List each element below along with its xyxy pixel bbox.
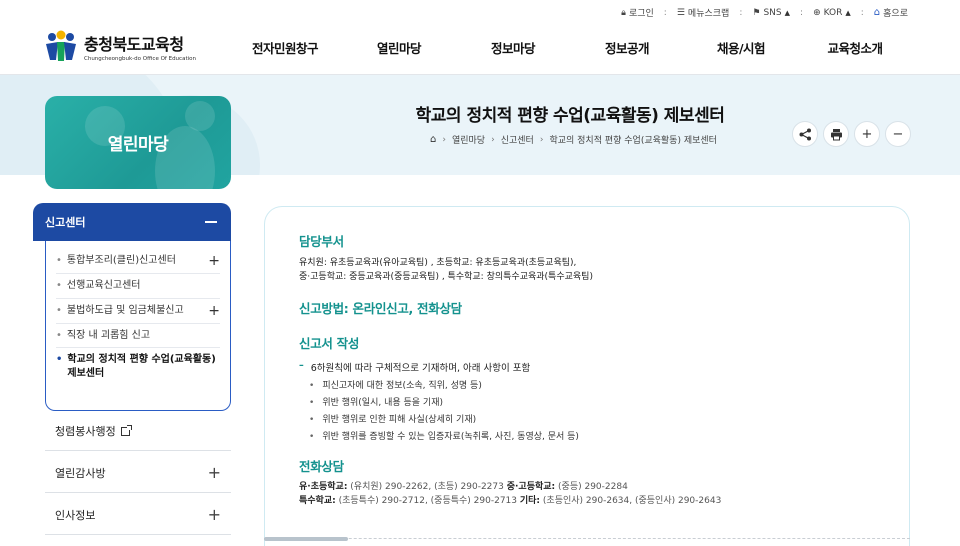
expand-icon[interactable]: + bbox=[208, 304, 220, 318]
breadcrumb-item[interactable]: 신고센터 bbox=[501, 133, 534, 146]
login-link[interactable]: 🔒︎ 로그인 bbox=[617, 6, 658, 20]
lnb-sub-item[interactable]: • 직장 내 괴롭힘 신고 bbox=[56, 324, 220, 348]
lnb-sub-item[interactable]: • 선행교육신고센터 bbox=[56, 274, 220, 299]
print-icon bbox=[830, 128, 842, 140]
page-tools: + − bbox=[792, 121, 911, 147]
horizontal-scrollbar-thumb[interactable] bbox=[264, 537, 348, 541]
report-intro: – 6하원칙에 따라 구체적으로 기재하며, 아래 사항이 포함 bbox=[299, 359, 531, 374]
list-item: • 위반 행위로 인한 피해 사실(상세히 기재) bbox=[309, 414, 477, 425]
collapse-icon bbox=[205, 221, 217, 223]
dash-icon: – bbox=[299, 359, 304, 371]
phone-row: 유·초등학교: (유치원) 290-2262, (초등) 290-2273 중·… bbox=[299, 481, 628, 492]
gnb-item-open-forum[interactable]: 열린마당 bbox=[342, 38, 456, 57]
phone-heading: 전화상담 bbox=[299, 458, 344, 474]
language-dropdown[interactable]: ⊕ KOR ▲ bbox=[809, 8, 855, 18]
phone-row: 특수학교: (초등특수) 290-2712, (중등특수) 290-2713 기… bbox=[299, 495, 722, 506]
bullet-icon: • bbox=[309, 380, 315, 391]
logo-emblem-icon bbox=[44, 30, 78, 62]
bullet-icon: • bbox=[56, 329, 62, 341]
minus-icon: − bbox=[892, 126, 904, 142]
chevron-right-icon: › bbox=[539, 134, 544, 145]
expand-icon[interactable]: + bbox=[208, 254, 220, 268]
lnb-main-item[interactable]: 인사정보 + bbox=[45, 495, 231, 535]
dept-heading: 담당부서 bbox=[299, 234, 344, 249]
globe-icon: ⊕ bbox=[813, 7, 821, 18]
divider: : bbox=[860, 7, 864, 18]
zoom-in-button[interactable]: + bbox=[854, 121, 880, 147]
horizontal-scrollbar-track[interactable] bbox=[264, 538, 910, 539]
gnb-item-civil[interactable]: 전자민원창구 bbox=[228, 38, 342, 57]
caret-up-icon: ▲ bbox=[845, 8, 851, 17]
breadcrumb-item[interactable]: 열린마당 bbox=[452, 133, 485, 146]
logo-name-en: Chungcheongbuk-do Office Of Education bbox=[84, 55, 196, 62]
home-link[interactable]: ⌂ 홈으로 bbox=[870, 6, 912, 19]
zoom-out-button[interactable]: − bbox=[885, 121, 911, 147]
home-icon: ⌂ bbox=[873, 7, 881, 18]
lnb-current-label: 신고센터 bbox=[45, 216, 86, 229]
caret-up-icon: ▲ bbox=[784, 8, 791, 17]
lnb-current-menu[interactable]: 신고센터 bbox=[33, 203, 231, 241]
lock-icon: 🔒︎ bbox=[621, 7, 626, 18]
bullet-icon: • bbox=[56, 280, 62, 291]
gnb-item-info[interactable]: 정보마당 bbox=[456, 38, 570, 57]
lnb-main-item[interactable]: 열린감사방 + bbox=[45, 453, 231, 493]
share-icon bbox=[799, 128, 811, 140]
gnb-item-about[interactable]: 교육청소개 bbox=[798, 38, 912, 57]
menu-scrap-link[interactable]: ☰ 메뉴스크랩 bbox=[673, 6, 733, 20]
section-title-card: 열린마당 bbox=[45, 96, 231, 189]
breadcrumb-current: 학교의 정치적 편향 수업(교육활동) 제보센터 bbox=[549, 136, 717, 146]
utility-bar: 🔒︎ 로그인 : ☰ 메뉴스크랩 : ⚑ SNS ▲ : ⊕ KOR ▲ : ⌂ 홈으로 bbox=[617, 6, 912, 19]
lnb-sub-item[interactable]: • 불법하도급 및 임금체불신고 + bbox=[56, 299, 220, 324]
lnb-main-item[interactable]: 청렴봉사행정 bbox=[45, 411, 231, 451]
logo-name-kr: 충청북도교육청 bbox=[84, 34, 184, 54]
expand-icon[interactable]: + bbox=[208, 505, 221, 524]
list-item: • 피신고자에 대한 정보(소속, 직위, 성명 등) bbox=[309, 380, 482, 391]
dept-description: 유치원: 유초등교육과(유아교육팀) , 초등학교: 유초등교육과(초등교육팀)… bbox=[299, 258, 593, 282]
external-link-icon bbox=[120, 425, 132, 436]
phone-info: 유·초등학교: (유치원) 290-2262, (초등) 290-2273 중·… bbox=[299, 481, 899, 509]
bullet-icon: • bbox=[56, 255, 62, 266]
lnb-sub-item-active[interactable]: • 학교의 정치적 편향 수업(교육활동) 제보센터 bbox=[56, 348, 220, 385]
divider: : bbox=[663, 7, 667, 18]
expand-icon[interactable]: + bbox=[208, 463, 221, 482]
bullet-icon: • bbox=[56, 354, 63, 365]
breadcrumb: ⌂ › 열린마당 › 신고센터 › 학교의 정치적 편향 수업(교육활동) 제보… bbox=[430, 133, 717, 146]
page-title: 학교의 정치적 편향 수업(교육활동) 제보센터 bbox=[415, 106, 725, 126]
gnb-item-disclosure[interactable]: 정보공개 bbox=[570, 38, 684, 57]
content-card: 담당부서 유치원: 유초등교육과(유아교육팀) , 초등학교: 유초등교육과(초… bbox=[264, 206, 910, 546]
home-icon[interactable]: ⌂ bbox=[430, 134, 436, 145]
bullet-icon: • bbox=[309, 397, 315, 408]
main-navigation: 전자민원창구 열린마당 정보마당 정보공개 채용/시험 교육청소개 bbox=[228, 38, 912, 57]
lnb-sub-item[interactable]: • 통합부조리(클린)신고센터 + bbox=[56, 249, 220, 274]
divider: : bbox=[739, 7, 743, 18]
divider: : bbox=[800, 7, 804, 18]
site-logo[interactable]: 충청북도교육청 Chungcheongbuk-do Office Of Educ… bbox=[44, 30, 196, 62]
bullet-icon: • bbox=[309, 414, 315, 425]
method-heading: 신고방법: 온라인신고, 전화상담 bbox=[299, 300, 462, 316]
bullet-icon: • bbox=[309, 431, 315, 442]
chevron-right-icon: › bbox=[442, 134, 446, 145]
plus-icon: + bbox=[861, 126, 873, 142]
bookmark-icon: ⚑ bbox=[752, 7, 761, 18]
list-item: • 위반 행위(일시, 내용 등을 기재) bbox=[309, 397, 443, 408]
figure-decoration bbox=[185, 101, 215, 131]
sitemap-icon: ☰ bbox=[676, 7, 685, 18]
print-button[interactable] bbox=[823, 121, 849, 147]
lnb-submenu: • 통합부조리(클린)신고센터 + • 선행교육신고센터 • 불법하도급 및 임금체불… bbox=[45, 241, 231, 411]
section-title: 열린마당 bbox=[107, 135, 169, 155]
list-item: • 위반 행위를 증빙할 수 있는 입증자료(녹취록, 사진, 동영상, 문서 등… bbox=[309, 431, 579, 442]
report-heading: 신고서 작성 bbox=[299, 335, 360, 351]
gnb-item-recruit[interactable]: 채용/시험 bbox=[684, 38, 798, 57]
report-items: • 피신고자에 대한 정보(소속, 직위, 성명 등) • 위반 행위(일시, 내용… bbox=[309, 378, 899, 446]
sns-dropdown[interactable]: ⚑ SNS ▲ bbox=[748, 8, 794, 18]
bullet-icon: • bbox=[56, 304, 62, 316]
chevron-right-icon: › bbox=[491, 134, 495, 145]
share-button[interactable] bbox=[792, 121, 818, 147]
